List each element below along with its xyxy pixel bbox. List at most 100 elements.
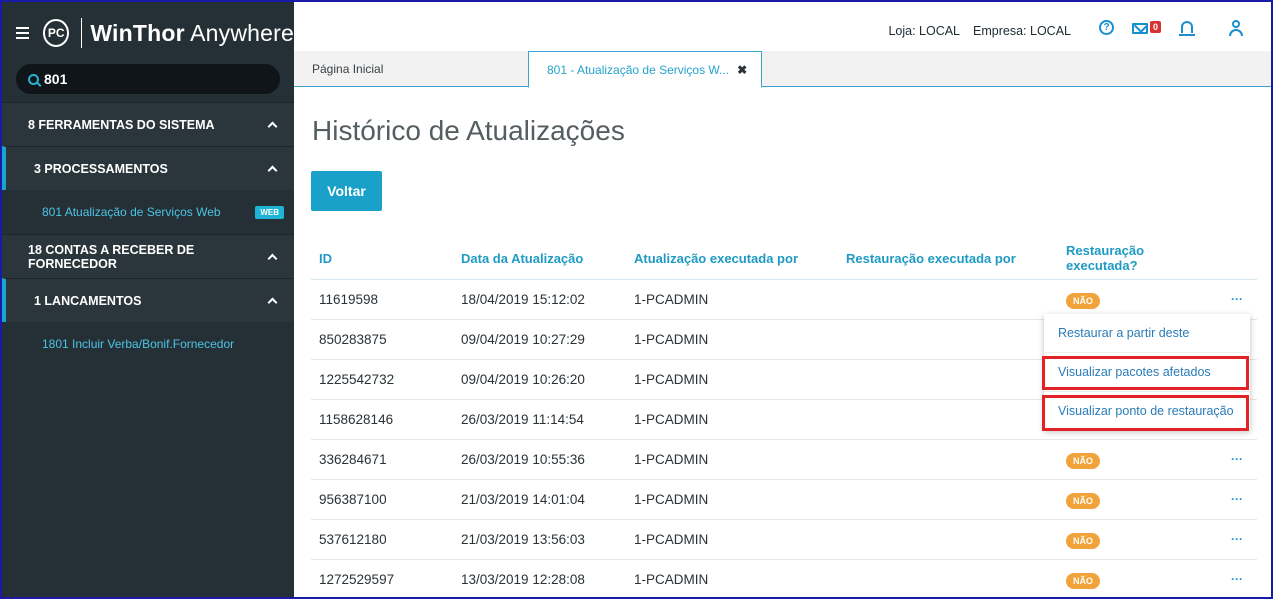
web-badge: WEB xyxy=(255,205,284,219)
sidebar-menu: 8 FERRAMENTAS DO SISTEMA 3 PROCESSAMENTOS… xyxy=(2,102,294,366)
cell-id: 11619598 xyxy=(311,279,453,320)
table-row[interactable]: 11619598 18/04/2019 15:12:02 1-PCADMIN NÃO ·… xyxy=(311,279,1257,320)
column-header-restored[interactable]: Restauração executada? xyxy=(1058,238,1208,280)
sidebar-group[interactable]: 18 CONTAS A RECEBER DE FORNECEDOR xyxy=(2,234,294,278)
cell-by: 1-PCADMIN xyxy=(626,439,838,480)
cell-date: 09/04/2019 10:26:20 xyxy=(453,359,626,400)
status-badge: NÃO xyxy=(1066,532,1100,549)
sidebar-item-label: 8 FERRAMENTAS DO SISTEMA xyxy=(28,117,215,132)
app-title: WinThor Anywhere xyxy=(90,20,294,47)
column-header-actions xyxy=(1208,238,1257,280)
more-options-icon[interactable]: ··· xyxy=(1231,292,1243,306)
mail-count-badge: 0 xyxy=(1150,21,1162,33)
sidebar: PC WinThor Anywhere 8 FERRAMENTAS DO SIS… xyxy=(2,2,294,597)
cell-id: 1225542732 xyxy=(311,359,453,400)
loja-label: Loja: LOCAL xyxy=(888,24,960,38)
page-title: Histórico de Atualizações xyxy=(312,115,625,146)
cell-by: 1-PCADMIN xyxy=(626,559,838,597)
cell-restored: NÃO xyxy=(1058,559,1208,597)
cell-restored: NÃO xyxy=(1058,439,1208,480)
cell-date: 26/03/2019 11:14:54 xyxy=(453,399,626,440)
status-badge: NÃO xyxy=(1066,292,1100,309)
brand-divider xyxy=(81,18,83,48)
cell-id: 1272529597 xyxy=(311,559,453,597)
cell-actions: ··· xyxy=(1208,439,1257,480)
sidebar-group[interactable]: 1 LANCAMENTOS xyxy=(2,278,294,322)
sidebar-group[interactable]: 8 FERRAMENTAS DO SISTEMA xyxy=(2,102,294,146)
column-header-executed-by[interactable]: Atualização executada por xyxy=(626,238,838,280)
close-icon[interactable]: ✖ xyxy=(737,63,747,77)
more-options-icon[interactable]: ··· xyxy=(1231,572,1243,586)
top-bar: Loja: LOCAL Empresa: LOCAL ? 0 xyxy=(294,2,1271,52)
cell-restored: NÃO xyxy=(1058,479,1208,520)
help-icon[interactable]: ? xyxy=(1099,20,1114,35)
table-header-row: ID Data da Atualização Atualização execu… xyxy=(311,238,1257,280)
bell-icon[interactable] xyxy=(1179,21,1195,36)
more-options-icon[interactable]: ··· xyxy=(1231,532,1243,546)
pc-logo: PC xyxy=(43,19,70,47)
tab-801-label: 801 - Atualização de Serviços W... xyxy=(547,62,730,77)
status-badge: NÃO xyxy=(1066,572,1100,589)
cell-by: 1-PCADMIN xyxy=(626,279,838,320)
tab-home[interactable]: Página Inicial xyxy=(294,51,528,87)
cell-date: 21/03/2019 14:01:04 xyxy=(453,479,626,520)
cell-actions: ··· xyxy=(1208,279,1257,320)
status-badge: NÃO xyxy=(1066,452,1100,469)
cell-by: 1-PCADMIN xyxy=(626,359,838,400)
more-options-icon[interactable]: ··· xyxy=(1231,492,1243,506)
cell-actions: ··· xyxy=(1208,519,1257,560)
sidebar-header: PC WinThor Anywhere xyxy=(2,2,294,64)
sidebar-item-label: 3 PROCESSAMENTOS xyxy=(34,161,168,176)
cell-actions: ··· xyxy=(1208,479,1257,520)
chevron-up-icon xyxy=(267,297,278,308)
column-header-restored-by[interactable]: Restauração executada por xyxy=(838,238,1058,280)
store-info: Loja: LOCAL Empresa: LOCAL xyxy=(878,24,1071,38)
sidebar-item[interactable]: 801 Atualização de Serviços Web WEB xyxy=(2,190,294,234)
app-window: PC WinThor Anywhere 8 FERRAMENTAS DO SIS… xyxy=(0,0,1273,599)
back-button[interactable]: Voltar xyxy=(311,171,382,211)
sidebar-item[interactable]: 1801 Incluir Verba/Bonif.Fornecedor xyxy=(2,322,294,366)
more-options-icon[interactable]: ··· xyxy=(1231,452,1243,466)
sidebar-item-label: 1801 Incluir Verba/Bonif.Fornecedor xyxy=(42,337,235,351)
cell-restored-by xyxy=(838,479,1058,520)
table-row[interactable]: 956387100 21/03/2019 14:01:04 1-PCADMIN NÃO… xyxy=(311,479,1257,520)
cell-id: 336284671 xyxy=(311,439,453,480)
tab-home-label: Página Inicial xyxy=(312,62,384,76)
table-row[interactable]: 1272529597 13/03/2019 12:28:08 1-PCADMIN NÃ… xyxy=(311,559,1257,597)
search-input[interactable] xyxy=(44,71,244,87)
cell-id: 1158628146 xyxy=(311,399,453,440)
user-icon[interactable] xyxy=(1229,20,1243,36)
cell-restored: NÃO xyxy=(1058,519,1208,560)
highlight-box xyxy=(1042,356,1249,390)
cell-date: 18/04/2019 15:12:02 xyxy=(453,279,626,320)
restore-from-here-option[interactable]: Restaurar a partir deste xyxy=(1044,314,1250,353)
cell-restored-by xyxy=(838,359,1058,400)
cell-id: 956387100 xyxy=(311,479,453,520)
table-row[interactable]: 336284671 26/03/2019 10:55:36 1-PCADMIN NÃO… xyxy=(311,439,1257,480)
chevron-up-icon xyxy=(267,121,278,132)
search-box[interactable] xyxy=(16,64,280,94)
column-header-date[interactable]: Data da Atualização xyxy=(453,238,626,280)
cell-restored-by xyxy=(838,319,1058,360)
sidebar-item-label: 801 Atualização de Serviços Web xyxy=(42,205,221,219)
table-row[interactable]: 537612180 21/03/2019 13:56:03 1-PCADMIN NÃO… xyxy=(311,519,1257,560)
cell-by: 1-PCADMIN xyxy=(626,399,838,440)
cell-id: 850283875 xyxy=(311,319,453,360)
status-badge: NÃO xyxy=(1066,492,1100,509)
cell-actions: ··· xyxy=(1208,559,1257,597)
empresa-label: Empresa: LOCAL xyxy=(973,24,1071,38)
cell-restored-by xyxy=(838,439,1058,480)
sidebar-item-label: 18 CONTAS A RECEBER DE FORNECEDOR xyxy=(28,242,195,271)
cell-restored-by xyxy=(838,279,1058,320)
sidebar-item-label: 1 LANCAMENTOS xyxy=(34,293,142,308)
cell-by: 1-PCADMIN xyxy=(626,519,838,560)
column-header-id[interactable]: ID xyxy=(311,238,453,280)
cell-restored-by xyxy=(838,399,1058,440)
mail-icon[interactable] xyxy=(1132,23,1148,34)
chevron-up-icon xyxy=(267,165,278,176)
sidebar-group[interactable]: 3 PROCESSAMENTOS xyxy=(2,146,294,190)
hamburger-menu-icon[interactable] xyxy=(16,27,30,39)
app-title-rest: Anywhere xyxy=(184,19,294,46)
tab-801[interactable]: 801 - Atualização de Serviços W... ✖ xyxy=(528,51,762,88)
cell-restored-by xyxy=(838,519,1058,560)
